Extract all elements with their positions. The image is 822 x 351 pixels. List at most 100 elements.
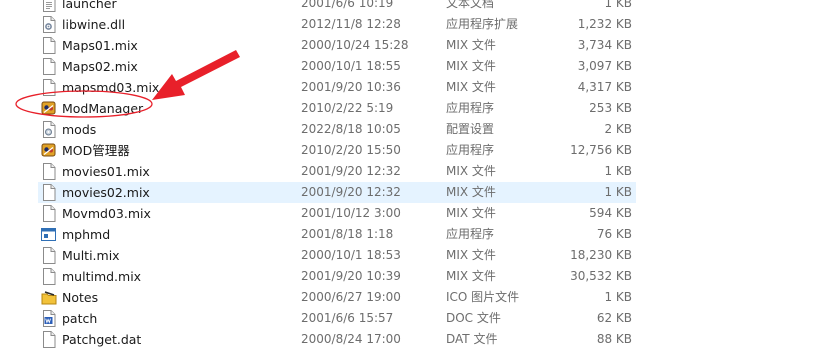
file-type: 应用程序	[446, 227, 495, 241]
file-type: MIX 文件	[446, 185, 496, 199]
file-type: MIX 文件	[446, 164, 496, 178]
file-modified-date: 2001/6/6 10:19	[301, 0, 394, 10]
file-row[interactable]: ModManager 2010/2/22 5:19 应用程序 253 KB	[38, 98, 636, 119]
file-modified-date: 2022/8/18 10:05	[301, 122, 401, 136]
blank-file-icon	[41, 205, 57, 222]
file-modified-date: 2000/10/24 15:28	[301, 38, 409, 52]
file-row[interactable]: mapsmd03.mix 2001/9/20 10:36 MIX 文件 4,317 K…	[38, 77, 636, 98]
file-modified-date: 2001/9/20 10:36	[301, 80, 401, 94]
notes-ico-icon	[41, 289, 57, 306]
file-size: 12,756 KB	[570, 143, 632, 157]
file-name: ModManager	[62, 101, 144, 116]
file-row[interactable]: Maps02.mix 2000/10/1 18:55 MIX 文件 3,097 KB	[38, 56, 636, 77]
file-row[interactable]: launcher 2001/6/6 10:19 文本文档 1 KB	[38, 0, 636, 14]
file-modified-date: 2000/6/27 19:00	[301, 290, 401, 304]
app-exe-icon	[41, 100, 57, 117]
blank-file-icon	[41, 184, 57, 201]
file-size: 76 KB	[596, 227, 632, 241]
file-name: mapsmd03.mix	[62, 80, 160, 95]
file-modified-date: 2001/8/18 1:18	[301, 227, 394, 241]
file-modified-date: 2010/2/22 5:19	[301, 101, 394, 115]
file-row[interactable]: libwine.dll 2012/11/8 12:28 应用程序扩展 1,232 KB	[38, 14, 636, 35]
file-row[interactable]: movies02.mix 2001/9/20 12:32 MIX 文件 1 KB	[38, 182, 636, 203]
file-type: 应用程序	[446, 143, 495, 157]
file-modified-date: 2001/9/20 12:32	[301, 185, 401, 199]
file-row[interactable]: movies01.mix 2001/9/20 12:32 MIX 文件 1 KB	[38, 161, 636, 182]
file-size: 3,097 KB	[577, 59, 632, 73]
doc-file-icon	[41, 310, 57, 327]
file-name: libwine.dll	[62, 17, 126, 32]
file-name: Patchget.dat	[62, 332, 142, 347]
file-size: 594 KB	[589, 206, 632, 220]
file-row[interactable]: Notes 2000/6/27 19:00 ICO 图片文件 1 KB	[38, 287, 636, 308]
file-name: movies02.mix	[62, 185, 150, 200]
config-file-icon	[41, 121, 57, 138]
blank-file-icon	[41, 163, 57, 180]
file-size: 1 KB	[604, 185, 632, 199]
file-type: MIX 文件	[446, 38, 496, 52]
app-exe-icon	[41, 142, 57, 159]
file-modified-date: 2000/10/1 18:53	[301, 248, 401, 262]
file-size: 1 KB	[604, 0, 632, 10]
file-name: launcher	[62, 0, 117, 11]
blank-file-icon	[41, 268, 57, 285]
blank-file-icon	[41, 331, 57, 348]
file-type: 应用程序扩展	[446, 17, 519, 31]
file-modified-date: 2001/10/12 3:00	[301, 206, 401, 220]
file-row[interactable]: MOD管理器 2010/2/20 15:50 应用程序 12,756 KB	[38, 140, 636, 161]
blank-file-icon	[41, 37, 57, 54]
file-name: MOD管理器	[62, 143, 130, 158]
file-name: mphmd	[62, 227, 111, 242]
file-modified-date: 2012/11/8 12:28	[301, 17, 401, 31]
file-name: Multi.mix	[62, 248, 120, 263]
file-modified-date: 2001/6/6 15:57	[301, 311, 394, 325]
file-size: 88 KB	[596, 332, 632, 346]
file-modified-date: 2010/2/20 15:50	[301, 143, 401, 157]
file-size: 1 KB	[604, 164, 632, 178]
file-size: 2 KB	[604, 122, 632, 136]
file-size: 62 KB	[596, 311, 632, 325]
file-type: MIX 文件	[446, 80, 496, 94]
window-app-icon	[41, 226, 57, 243]
file-row[interactable]: Multi.mix 2000/10/1 18:53 MIX 文件 18,230 KB	[38, 245, 636, 266]
file-name: movies01.mix	[62, 164, 150, 179]
file-name: patch	[62, 311, 98, 326]
file-name: multimd.mix	[62, 269, 142, 284]
file-name: mods	[62, 122, 97, 137]
file-type: 配置设置	[446, 122, 495, 136]
file-type: 文本文档	[446, 0, 495, 10]
file-type: DOC 文件	[446, 311, 501, 325]
blank-file-icon	[41, 247, 57, 264]
file-size: 3,734 KB	[577, 38, 632, 52]
file-modified-date: 2000/10/1 18:55	[301, 59, 401, 73]
file-size: 18,230 KB	[570, 248, 632, 262]
file-row[interactable]: mphmd 2001/8/18 1:18 应用程序 76 KB	[38, 224, 636, 245]
file-type: MIX 文件	[446, 206, 496, 220]
blank-file-icon	[41, 58, 57, 75]
file-row[interactable]: multimd.mix 2001/9/20 10:39 MIX 文件 30,532 K…	[38, 266, 636, 287]
file-modified-date: 2001/9/20 10:39	[301, 269, 401, 283]
file-size: 1,232 KB	[577, 17, 632, 31]
file-size: 253 KB	[589, 101, 632, 115]
blank-file-icon	[41, 79, 57, 96]
file-size: 1 KB	[604, 290, 632, 304]
file-row[interactable]: mods 2022/8/18 10:05 配置设置 2 KB	[38, 119, 636, 140]
file-name: Movmd03.mix	[62, 206, 151, 221]
file-type: DAT 文件	[446, 332, 498, 346]
file-size: 30,532 KB	[570, 269, 632, 283]
file-name: Maps02.mix	[62, 59, 138, 74]
dll-file-icon	[41, 16, 57, 33]
file-modified-date: 2000/8/24 17:00	[301, 332, 401, 346]
file-type: ICO 图片文件	[446, 290, 520, 304]
file-size: 4,317 KB	[577, 80, 632, 94]
file-type: MIX 文件	[446, 59, 496, 73]
file-row[interactable]: patch 2001/6/6 15:57 DOC 文件 62 KB	[38, 308, 636, 329]
file-row[interactable]: Movmd03.mix 2001/10/12 3:00 MIX 文件 594 KB	[38, 203, 636, 224]
file-row[interactable]: Patchget.dat 2000/8/24 17:00 DAT 文件 88 KB	[38, 329, 636, 350]
file-type: MIX 文件	[446, 248, 496, 262]
file-name: Notes	[62, 290, 99, 305]
file-type: 应用程序	[446, 101, 495, 115]
file-type: MIX 文件	[446, 269, 496, 283]
file-name: Maps01.mix	[62, 38, 138, 53]
file-row[interactable]: Maps01.mix 2000/10/24 15:28 MIX 文件 3,734 KB	[38, 35, 636, 56]
